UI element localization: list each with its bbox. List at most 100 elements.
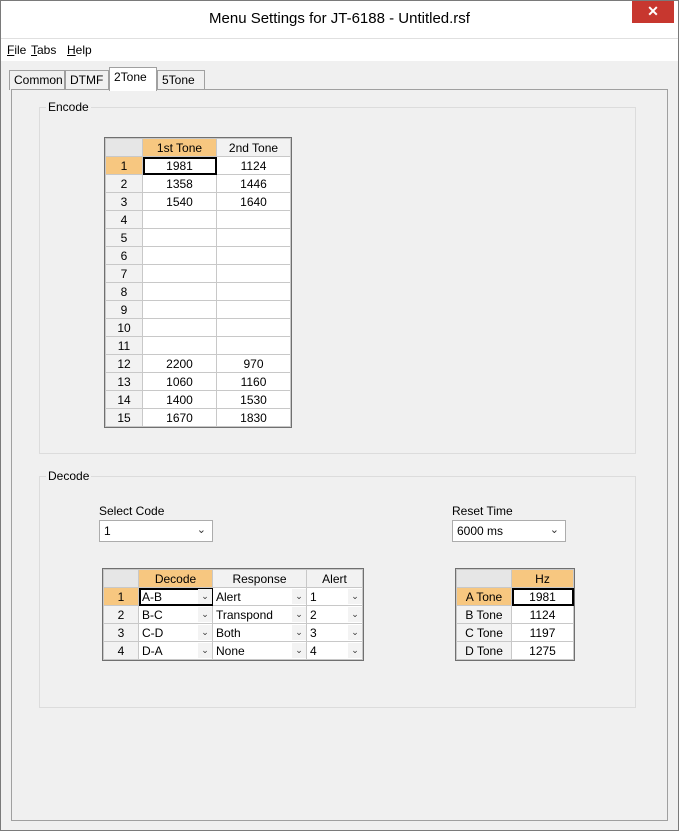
tone-cell[interactable]: 2200	[142, 354, 217, 373]
tone-cell[interactable]: 970	[216, 354, 291, 373]
tone-cell[interactable]	[142, 282, 217, 301]
row-header[interactable]: 4	[103, 641, 139, 660]
row-header[interactable]: 7	[105, 264, 143, 283]
tone-cell[interactable]: 1446	[216, 174, 291, 193]
column-header-response[interactable]: Response	[212, 569, 307, 588]
table-corner	[105, 138, 143, 157]
row-header[interactable]: 11	[105, 336, 143, 355]
chevron-down-icon[interactable]: ⌄	[348, 625, 362, 640]
chevron-down-icon[interactable]: ⌄	[292, 643, 306, 658]
row-header[interactable]: 3	[105, 192, 143, 211]
chevron-down-icon[interactable]: ⌄	[198, 643, 212, 658]
row-header[interactable]: 3	[103, 623, 139, 642]
column-header-hz[interactable]: Hz	[511, 569, 574, 588]
row-header[interactable]: C Tone	[456, 623, 512, 642]
row-header[interactable]: 13	[105, 372, 143, 391]
tone-cell[interactable]	[216, 246, 291, 265]
tab-common[interactable]: Common	[9, 70, 65, 90]
response-cell[interactable]: Transpond ⌄	[212, 605, 307, 624]
row-header[interactable]: 5	[105, 228, 143, 247]
tone-cell[interactable]	[216, 318, 291, 337]
row-header[interactable]: 6	[105, 246, 143, 265]
tone-cell[interactable]: 1060	[142, 372, 217, 391]
row-header[interactable]: 9	[105, 300, 143, 319]
tone-cell[interactable]: 1540	[142, 192, 217, 211]
column-header-decode[interactable]: Decode	[138, 569, 213, 588]
hz-cell[interactable]: 1124	[511, 605, 574, 624]
column-header-alert[interactable]: Alert	[306, 569, 363, 588]
hz-cell[interactable]: 1981	[511, 587, 574, 606]
response-cell[interactable]: Alert ⌄	[212, 587, 307, 606]
row-header[interactable]: 15	[105, 408, 143, 427]
tone-cell[interactable]: 1670	[142, 408, 217, 427]
close-button[interactable]: ✕	[632, 1, 674, 23]
chevron-down-icon[interactable]: ⌄	[348, 643, 362, 658]
chevron-down-icon[interactable]: ⌄	[198, 625, 212, 640]
menu-file[interactable]: File	[7, 43, 26, 57]
tone-cell[interactable]	[142, 300, 217, 319]
row-header[interactable]: 12	[105, 354, 143, 373]
tab-dtmf[interactable]: DTMF	[65, 70, 109, 90]
tone-cell[interactable]: 1400	[142, 390, 217, 409]
menu-tabs[interactable]: Tabs	[31, 43, 56, 57]
table-corner	[456, 569, 512, 588]
row-header[interactable]: 4	[105, 210, 143, 229]
row-header[interactable]: D Tone	[456, 641, 512, 660]
tab-5tone[interactable]: 5Tone	[157, 70, 205, 90]
chevron-down-icon[interactable]: ⌄	[292, 607, 306, 622]
select-code-dropdown[interactable]: 1 ⌄	[99, 520, 213, 542]
column-header-1st-tone[interactable]: 1st Tone	[142, 138, 217, 157]
tone-cell[interactable]	[142, 228, 217, 247]
tone-cell[interactable]	[142, 210, 217, 229]
decode-cell[interactable]: C-D ⌄	[138, 623, 213, 642]
alert-cell[interactable]: 2 ⌄	[306, 605, 363, 624]
row-header[interactable]: 2	[105, 174, 143, 193]
tone-cell[interactable]: 1981	[142, 156, 217, 175]
tone-cell[interactable]: 1530	[216, 390, 291, 409]
tone-cell[interactable]	[142, 318, 217, 337]
decode-cell[interactable]: D-A ⌄	[138, 641, 213, 660]
tone-cell[interactable]: 1830	[216, 408, 291, 427]
row-header[interactable]: 14	[105, 390, 143, 409]
tone-cell[interactable]	[142, 336, 217, 355]
alert-cell[interactable]: 4 ⌄	[306, 641, 363, 660]
tone-cell[interactable]	[216, 300, 291, 319]
response-cell[interactable]: Both ⌄	[212, 623, 307, 642]
chevron-down-icon[interactable]: ⌄	[292, 625, 306, 640]
tone-cell[interactable]: 1358	[142, 174, 217, 193]
hz-table: Hz A Tone 1981 B Tone 1124 C Tone 1197 D To…	[455, 568, 575, 661]
chevron-down-icon[interactable]: ⌄	[198, 607, 212, 622]
chevron-down-icon[interactable]: ⌄	[348, 607, 362, 622]
tone-cell[interactable]: 1160	[216, 372, 291, 391]
row-header[interactable]: 1	[103, 587, 139, 606]
tone-cell[interactable]	[216, 228, 291, 247]
decode-cell[interactable]: A-B ⌄	[138, 587, 213, 606]
alert-cell[interactable]: 3 ⌄	[306, 623, 363, 642]
tone-cell[interactable]	[142, 246, 217, 265]
tone-cell[interactable]	[216, 282, 291, 301]
row-header[interactable]: 2	[103, 605, 139, 624]
tone-cell[interactable]: 1640	[216, 192, 291, 211]
tab-2tone[interactable]: 2Tone	[109, 67, 157, 91]
tone-cell[interactable]	[142, 264, 217, 283]
row-header[interactable]: A Tone	[456, 587, 512, 606]
reset-time-dropdown[interactable]: 6000 ms ⌄	[452, 520, 566, 542]
chevron-down-icon[interactable]: ⌄	[348, 589, 362, 604]
row-header[interactable]: 1	[105, 156, 143, 175]
chevron-down-icon[interactable]: ⌄	[198, 589, 212, 604]
response-cell[interactable]: None ⌄	[212, 641, 307, 660]
menu-help[interactable]: Help	[67, 43, 92, 57]
chevron-down-icon[interactable]: ⌄	[292, 589, 306, 604]
hz-cell[interactable]: 1275	[511, 641, 574, 660]
decode-cell[interactable]: B-C ⌄	[138, 605, 213, 624]
alert-cell[interactable]: 1 ⌄	[306, 587, 363, 606]
tone-cell[interactable]: 1124	[216, 156, 291, 175]
tone-cell[interactable]	[216, 264, 291, 283]
row-header[interactable]: B Tone	[456, 605, 512, 624]
hz-cell[interactable]: 1197	[511, 623, 574, 642]
tone-cell[interactable]	[216, 336, 291, 355]
row-header[interactable]: 10	[105, 318, 143, 337]
row-header[interactable]: 8	[105, 282, 143, 301]
tone-cell[interactable]	[216, 210, 291, 229]
column-header-2nd-tone[interactable]: 2nd Tone	[216, 138, 291, 157]
